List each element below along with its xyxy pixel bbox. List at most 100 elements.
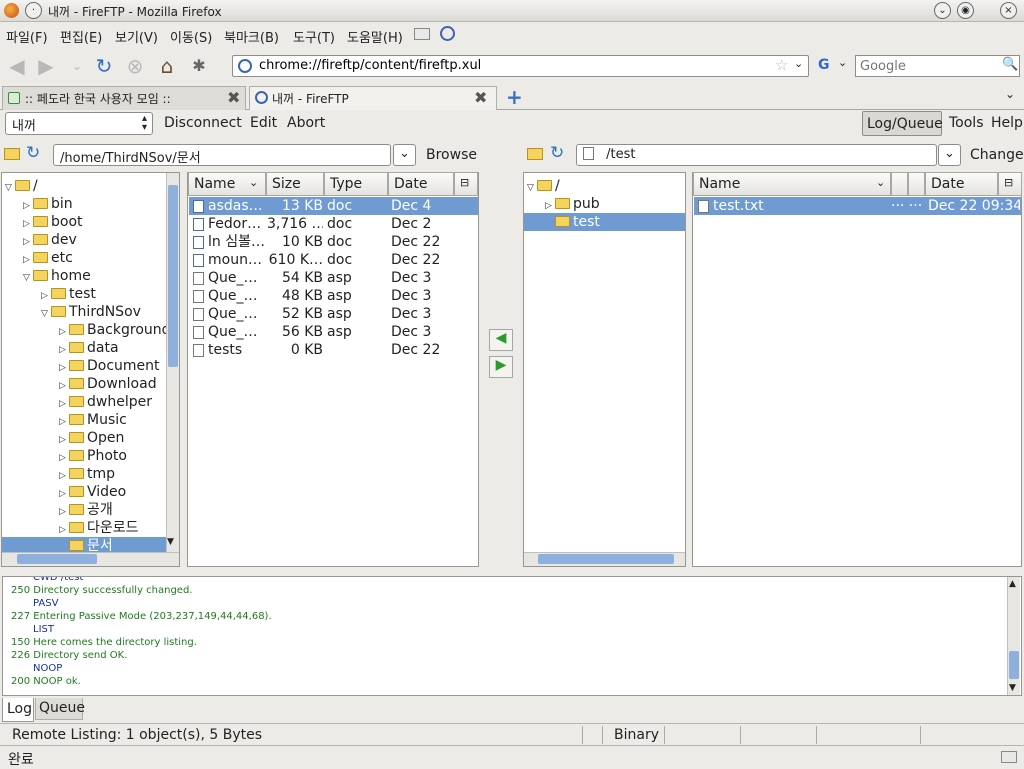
scroll-up-icon[interactable]: ▲	[1009, 578, 1016, 591]
remote-col-a[interactable]	[891, 172, 908, 196]
tree-item[interactable]: ▷ boot	[2, 213, 166, 231]
remote-path-field[interactable]: /test	[576, 144, 937, 166]
close-tab-icon[interactable]: ✖	[227, 88, 240, 107]
edit-button[interactable]: Edit	[250, 115, 277, 131]
log-tab[interactable]: Log	[2, 698, 34, 722]
help-button[interactable]: Help	[991, 115, 1023, 131]
log-queue-button[interactable]: Log/Queue	[862, 111, 943, 136]
menu-tools[interactable]: 도구(T)	[293, 27, 335, 46]
new-tab-icon[interactable]: +	[506, 85, 523, 109]
scroll-down-icon[interactable]: ▼	[1009, 682, 1016, 695]
minimize-button[interactable]: ⌄	[934, 2, 951, 19]
file-row[interactable]: Fedor… 3,716 … doc Dec 2	[189, 215, 478, 233]
menu-file[interactable]: 파일(F)	[6, 27, 48, 46]
tree-item[interactable]: ▷ Document	[2, 357, 166, 375]
search-engine-dropdown-icon[interactable]: ⌄	[838, 56, 847, 69]
browse-button[interactable]: Browse	[426, 147, 477, 163]
local-col-type[interactable]: Type	[324, 172, 388, 196]
tree-item[interactable]: ▷ 공개	[2, 501, 166, 519]
local-col-size[interactable]: Size	[266, 172, 324, 196]
local-col-name[interactable]: Name ⌄	[188, 172, 266, 196]
history-dropdown-icon[interactable]: ⌄	[64, 53, 90, 79]
log-vscroll[interactable]: ▲ ▼	[1007, 577, 1020, 695]
file-row[interactable]: asdas… 13 KB doc Dec 4	[189, 197, 478, 215]
scroll-down-icon[interactable]: ▼	[167, 537, 174, 547]
tab-fireftp[interactable]: 내꺼 - FireFTP ✖	[249, 86, 497, 110]
scroll-thumb[interactable]	[1009, 651, 1019, 679]
tree-item[interactable]: ▷ etc	[2, 249, 166, 267]
queue-tab[interactable]: Queue	[35, 698, 85, 720]
local-col-date[interactable]: Date	[388, 172, 454, 196]
tree-item[interactable]: ▷ dev	[2, 231, 166, 249]
search-icon[interactable]: 🔍	[1002, 57, 1018, 72]
tab-list-icon[interactable]: ⌄	[1005, 87, 1015, 101]
bookmark-star-icon[interactable]: ☆	[775, 56, 788, 74]
home-icon[interactable]: ⌂	[154, 53, 180, 79]
remote-col-date[interactable]: Date	[925, 172, 998, 196]
fireftp-menu-icon[interactable]	[440, 26, 455, 41]
local-refresh-icon[interactable]: ↻	[26, 143, 40, 163]
url-input[interactable]	[259, 58, 769, 73]
tab-fedora[interactable]: :: 페도라 한국 사용자 모임 :: ✖	[2, 86, 246, 110]
window-menu-button[interactable]: ·	[25, 2, 42, 19]
tree-item[interactable]: test	[524, 213, 685, 231]
close-window-button[interactable]: ×	[1000, 2, 1017, 19]
tree-item[interactable]: ▽ home	[2, 267, 166, 285]
download-right-arrow-button[interactable]: ▶	[489, 356, 513, 378]
remote-column-picker-icon[interactable]: ⊟	[998, 172, 1022, 196]
forward-arrow-icon[interactable]: ▶	[33, 53, 59, 79]
url-bar[interactable]: ☆ ⌄	[232, 55, 809, 77]
tools-button[interactable]: Tools	[949, 115, 984, 131]
scroll-thumb[interactable]	[168, 185, 178, 367]
change-button[interactable]: Change	[970, 147, 1024, 163]
local-tree-hscroll[interactable]	[2, 552, 179, 566]
local-tree-vscroll[interactable]: ▼	[166, 173, 179, 552]
menu-edit[interactable]: 편집(E)	[60, 27, 102, 46]
remote-path-dropdown[interactable]: ⌄	[938, 144, 961, 166]
tree-item[interactable]: ▷ test	[2, 285, 166, 303]
tree-item[interactable]: ▷ Photo	[2, 447, 166, 465]
tree-item[interactable]: ▽ /	[524, 177, 685, 195]
search-engine-icon[interactable]: G	[818, 57, 830, 73]
tree-item[interactable]: ▷ data	[2, 339, 166, 357]
tree-item[interactable]: ▷ dwhelper	[2, 393, 166, 411]
upload-left-arrow-button[interactable]: ◀	[489, 329, 513, 351]
menu-go[interactable]: 이동(S)	[170, 27, 212, 46]
remote-refresh-icon[interactable]: ↻	[550, 143, 564, 163]
tree-item[interactable]: ▷ bin	[2, 195, 166, 213]
tree-item[interactable]: ▷ Open	[2, 429, 166, 447]
menu-help[interactable]: 도움말(H)	[347, 27, 403, 46]
remote-parent-folder-icon[interactable]	[527, 148, 543, 160]
local-column-picker-icon[interactable]: ⊟	[454, 172, 478, 196]
local-path-field[interactable]: /home/ThirdNSov/문서	[53, 144, 391, 166]
account-select[interactable]: 내꺼 ▴ ▾	[5, 112, 153, 135]
file-row[interactable]: Que_… 48 KB asp Dec 3	[189, 287, 478, 305]
menu-bookmarks[interactable]: 북마크(B)	[224, 27, 279, 46]
remote-col-b[interactable]	[908, 172, 925, 196]
scroll-thumb[interactable]	[538, 554, 674, 564]
close-tab-icon[interactable]: ✖	[474, 88, 487, 107]
back-arrow-icon[interactable]: ◀	[4, 53, 30, 79]
local-parent-folder-icon[interactable]	[4, 148, 20, 160]
reload-icon[interactable]: ↻	[91, 53, 117, 79]
url-dropdown-icon[interactable]: ⌄	[794, 57, 803, 70]
tree-item[interactable]: ▷ Music	[2, 411, 166, 429]
remote-col-name[interactable]: Name ⌄	[693, 172, 891, 196]
file-row[interactable]: Que_… 54 KB asp Dec 3	[189, 269, 478, 287]
tree-item[interactable]: ▷ Video	[2, 483, 166, 501]
stop-icon[interactable]: ⊗	[122, 53, 148, 79]
tree-item[interactable]: ▽ /	[2, 177, 166, 195]
scroll-thumb[interactable]	[17, 554, 97, 564]
tree-item[interactable]: ▽ ThirdNSov	[2, 303, 166, 321]
tree-item[interactable]: ▷ Download	[2, 375, 166, 393]
file-row[interactable]: moun… 610 K… doc Dec 22	[189, 251, 478, 269]
file-row[interactable]: Que_… 56 KB asp Dec 3	[189, 323, 478, 341]
tree-item[interactable]: ▷ pub	[524, 195, 685, 213]
file-row[interactable]: test.txt ··· ··· Dec 22 09:34	[694, 197, 1021, 215]
search-input[interactable]	[855, 55, 1020, 77]
local-path-dropdown[interactable]: ⌄	[393, 144, 416, 166]
mail-icon[interactable]	[414, 28, 430, 40]
tools-icon[interactable]: ✱	[186, 53, 212, 79]
remote-tree-hscroll[interactable]	[524, 552, 685, 566]
tree-item[interactable]: ▷ tmp	[2, 465, 166, 483]
